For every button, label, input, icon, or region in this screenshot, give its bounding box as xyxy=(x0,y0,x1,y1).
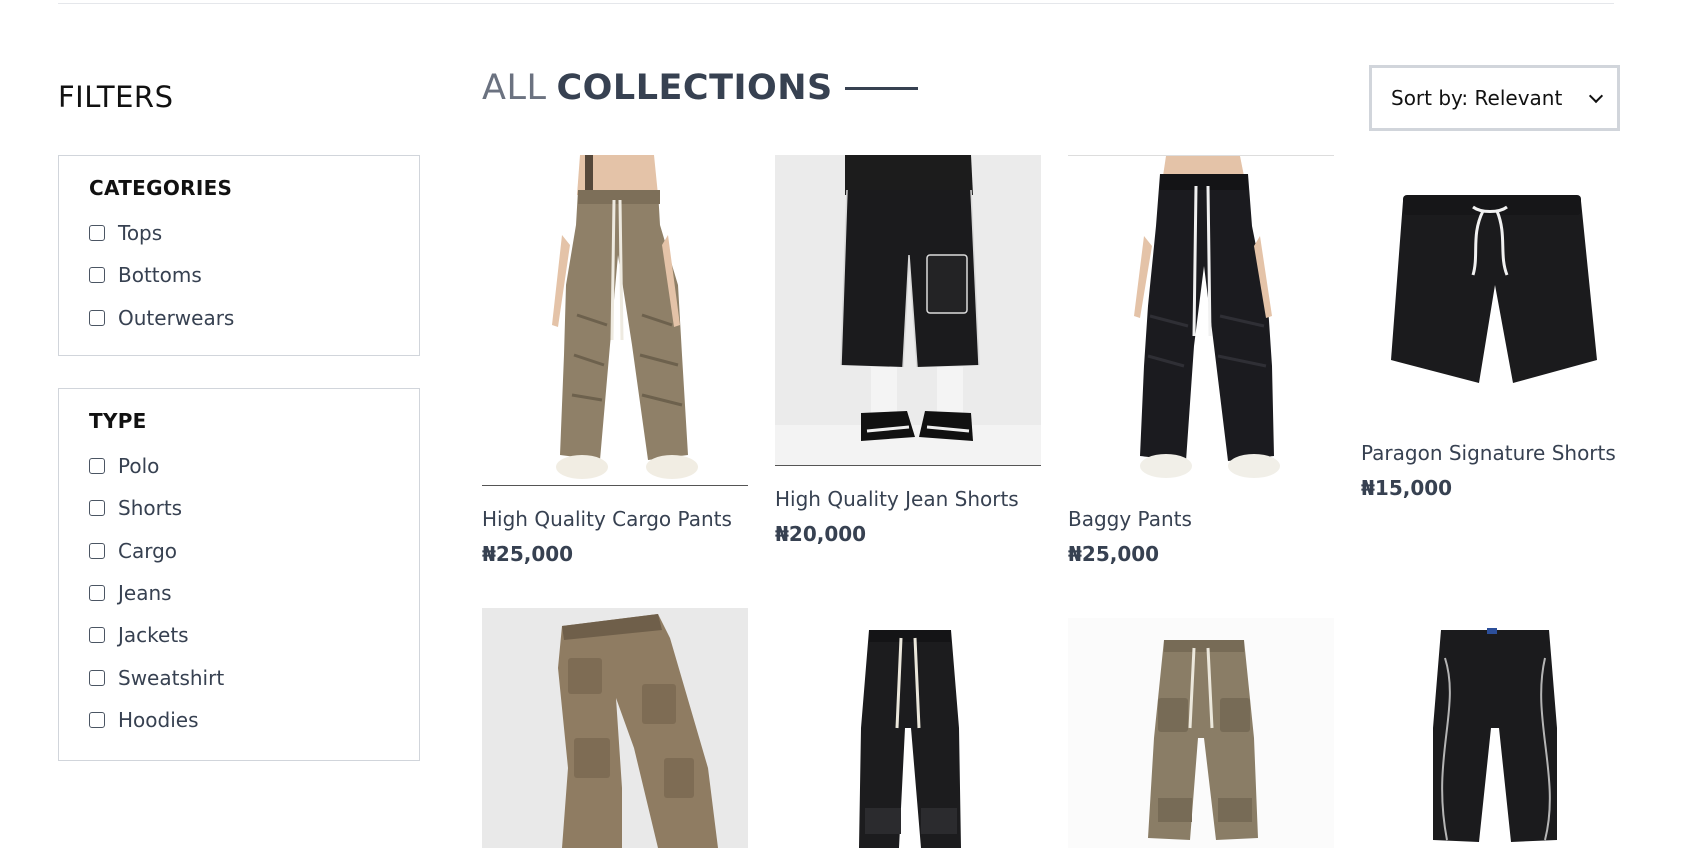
product-price: ₦25,000 xyxy=(482,542,574,566)
categories-heading: CATEGORIES xyxy=(89,176,233,200)
product-card[interactable]: High Quality Cargo Pants ₦25,000 xyxy=(482,155,748,566)
product-card[interactable] xyxy=(482,608,748,868)
type-option-hoodies[interactable]: Hoodies xyxy=(89,699,419,741)
type-option-shorts[interactable]: Shorts xyxy=(89,487,419,529)
product-image[interactable] xyxy=(775,155,1041,466)
checkbox[interactable] xyxy=(89,458,105,475)
checkbox[interactable] xyxy=(89,711,105,728)
sort-select[interactable]: Sort by: Relevant xyxy=(1369,65,1620,131)
product-card[interactable] xyxy=(1068,618,1334,868)
type-option-jackets[interactable]: Jackets xyxy=(89,614,419,656)
filters-title: FILTERS xyxy=(58,80,174,114)
title-main: COLLECTIONS xyxy=(556,68,833,108)
product-card[interactable]: Baggy Pants ₦25,000 xyxy=(1068,155,1334,566)
type-filter: TYPE Polo Shorts Cargo Jeans Jackets Swe… xyxy=(58,388,420,761)
title-underline xyxy=(844,86,918,90)
product-price: ₦15,000 xyxy=(1361,476,1453,500)
collections-title: ALL COLLECTIONS xyxy=(482,68,918,108)
product-card[interactable]: Paragon Signature Shorts ₦15,000 xyxy=(1361,155,1627,500)
type-option-sweatshirt[interactable]: Sweatshirt xyxy=(89,656,419,698)
categories-filter: CATEGORIES Tops Bottoms Outerwears xyxy=(58,155,420,356)
category-option-tops[interactable]: Tops xyxy=(89,212,419,254)
product-price: ₦25,000 xyxy=(1068,542,1160,566)
product-image[interactable] xyxy=(482,155,748,486)
checkbox[interactable] xyxy=(89,225,105,242)
category-option-outerwears[interactable]: Outerwears xyxy=(89,297,419,339)
checkbox[interactable] xyxy=(89,500,105,517)
top-divider xyxy=(58,3,1614,4)
product-image[interactable] xyxy=(1361,618,1627,848)
product-card[interactable] xyxy=(775,608,1041,868)
checkbox[interactable] xyxy=(89,627,105,644)
product-name[interactable]: Baggy Pants xyxy=(1068,506,1334,532)
checkbox[interactable] xyxy=(89,267,105,284)
category-option-bottoms[interactable]: Bottoms xyxy=(89,254,419,296)
type-option-polo[interactable]: Polo xyxy=(89,445,419,487)
product-name[interactable]: High Quality Cargo Pants xyxy=(482,506,748,532)
product-name[interactable]: High Quality Jean Shorts xyxy=(775,486,1041,512)
type-heading: TYPE xyxy=(89,409,147,433)
product-image[interactable] xyxy=(1068,155,1334,486)
checkbox[interactable] xyxy=(89,585,105,602)
type-option-cargo[interactable]: Cargo xyxy=(89,530,419,572)
checkbox[interactable] xyxy=(89,309,105,326)
product-name[interactable]: Paragon Signature Shorts xyxy=(1361,440,1627,466)
product-image[interactable] xyxy=(1361,155,1627,420)
chevron-down-icon xyxy=(1588,88,1604,103)
checkbox[interactable] xyxy=(89,669,105,686)
checkbox[interactable] xyxy=(89,542,105,559)
product-image[interactable] xyxy=(482,608,748,848)
product-image[interactable] xyxy=(775,608,1041,848)
type-option-jeans[interactable]: Jeans xyxy=(89,572,419,614)
product-image[interactable] xyxy=(1068,618,1334,848)
product-card[interactable] xyxy=(1361,618,1627,868)
title-prefix: ALL xyxy=(482,68,547,108)
product-price: ₦20,000 xyxy=(775,522,867,546)
product-card[interactable]: High Quality Jean Shorts ₦20,000 xyxy=(775,155,1041,546)
sort-value: Sort by: Relevant xyxy=(1391,86,1563,110)
